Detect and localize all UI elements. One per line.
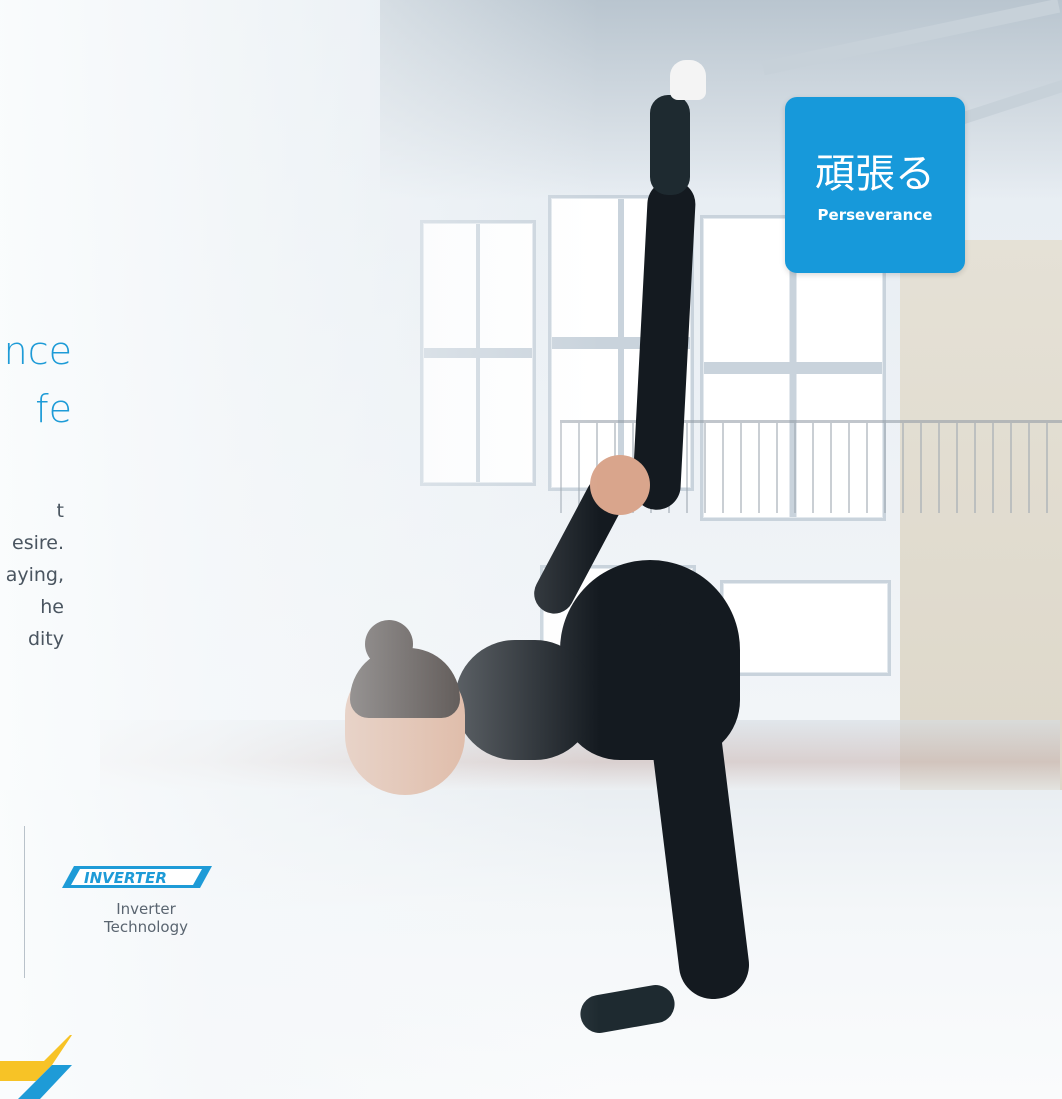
- headline-line-2: fe: [35, 387, 72, 431]
- gym-window: [720, 580, 891, 676]
- inverter-caption-line-2: Technology: [103, 918, 189, 936]
- gymnast-shoe: [670, 60, 706, 100]
- body-line: esire.: [12, 532, 64, 554]
- headline-line-1: nce: [3, 329, 72, 373]
- brand-stripe-icon: [0, 1035, 72, 1099]
- badge-kanji: 頑張る: [815, 151, 935, 197]
- inverter-caption: Inverter Technology: [96, 900, 196, 936]
- body-line: t: [56, 500, 64, 522]
- inverter-logo-icon: INVERTER: [62, 866, 212, 888]
- badge-label: Perseverance: [817, 206, 933, 224]
- headline: nce fe: [4, 322, 72, 438]
- text-fade-overlay: [0, 0, 600, 1099]
- gym-wall: [900, 240, 1062, 800]
- feature-divider: [24, 826, 25, 978]
- inverter-caption-line-1: Inverter: [116, 900, 176, 918]
- body-line: dity: [27, 628, 64, 650]
- inverter-logo-text: INVERTER: [84, 869, 167, 887]
- perseverance-badge: 頑張る Perseverance: [785, 97, 965, 273]
- body-line: aying,: [5, 564, 64, 586]
- gymnast-foot-raised: [650, 95, 690, 195]
- body-paragraph: t esire. aying, he dity: [6, 495, 64, 655]
- body-line: he: [40, 596, 64, 618]
